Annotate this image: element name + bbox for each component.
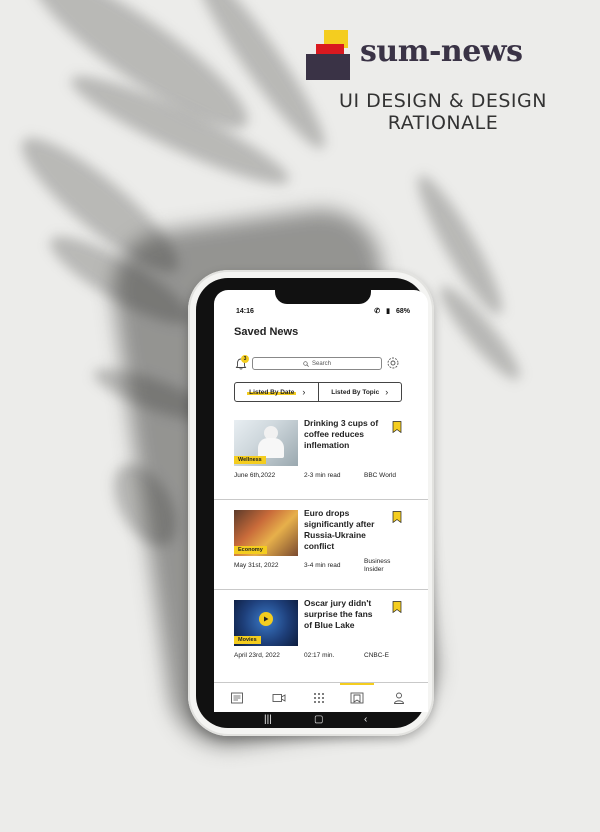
news-source: BBC World	[364, 472, 397, 479]
grid-icon[interactable]	[310, 690, 328, 706]
news-date: April 23rd, 2022	[234, 652, 280, 659]
notification-badge: 3	[241, 355, 249, 363]
news-headline[interactable]: Euro drops significantly after Russia-Uk…	[304, 508, 382, 552]
battery-level: 68%	[395, 307, 410, 315]
notification-bell-icon[interactable]: 3	[234, 355, 249, 371]
chevron-right-icon: ›	[385, 387, 389, 397]
signal-icon: ▮	[386, 308, 390, 315]
active-tab-indicator	[340, 683, 374, 685]
home-icon[interactable]: ▢	[314, 714, 323, 725]
call-icon: ✆	[374, 308, 381, 315]
back-icon[interactable]: ‹	[364, 714, 367, 725]
news-source: CNBC-E	[364, 652, 389, 659]
news-thumbnail: Movies	[234, 600, 298, 646]
news-read-time: 02:17 min.	[304, 652, 335, 659]
brand-name: sum-news	[360, 34, 523, 69]
status-bar: 14:16 ✆ ▮ 68%	[214, 306, 428, 320]
news-headline[interactable]: Oscar jury didn't surprise the fans of B…	[304, 598, 382, 631]
gear-icon[interactable]	[386, 356, 400, 370]
system-navigation-bar: ||| ▢ ‹	[214, 712, 428, 728]
search-placeholder: Search	[311, 360, 331, 367]
news-date: May 31st, 2022	[234, 562, 279, 569]
news-source: Business Insider	[364, 558, 391, 573]
brand-header: sum-news UI DESIGN & DESIGN RATIONALE	[306, 28, 576, 138]
news-card[interactable]: Movies Oscar jury didn't surprise the fa…	[214, 590, 428, 680]
news-icon[interactable]	[228, 690, 246, 706]
news-card[interactable]: Economy Euro drops significantly after R…	[214, 500, 428, 590]
news-date: June 6th,2022	[234, 472, 276, 479]
saved-news-list: Wellness Drinking 3 cups of coffee reduc…	[214, 410, 428, 680]
bookmark-icon[interactable]	[392, 420, 402, 434]
chevron-right-icon: ›	[302, 387, 306, 397]
play-icon[interactable]	[259, 612, 273, 626]
search-icon	[303, 360, 309, 367]
profile-icon[interactable]	[390, 690, 408, 706]
news-thumbnail: Wellness	[234, 420, 298, 466]
category-tag: Movies	[234, 636, 261, 644]
bookmark-icon[interactable]	[348, 690, 366, 706]
brand-logo-icon	[306, 30, 354, 82]
status-time: 14:16	[236, 308, 254, 315]
tab-listed-by-topic[interactable]: Listed By Topic ›	[317, 383, 402, 401]
camera-notch	[275, 290, 371, 304]
tab-listed-by-date[interactable]: Listed By Date ›	[235, 383, 318, 401]
page-title: Saved News	[234, 326, 299, 338]
video-icon[interactable]	[270, 690, 288, 706]
news-read-time: 3-4 min read	[304, 562, 341, 569]
category-tag: Wellness	[234, 456, 266, 464]
news-headline[interactable]: Drinking 3 cups of coffee reduces inflem…	[304, 418, 382, 451]
bookmark-icon[interactable]	[392, 510, 402, 524]
app-screen: 14:16 ✆ ▮ 68% Saved News 3 Search Listed…	[214, 290, 428, 712]
news-thumbnail: Economy	[234, 510, 298, 556]
category-tag: Economy	[234, 546, 267, 554]
bottom-navigation	[214, 682, 428, 712]
phone-mockup: 14:16 ✆ ▮ 68% Saved News 3 Search Listed…	[188, 270, 434, 736]
recent-apps-icon[interactable]: |||	[264, 714, 272, 725]
news-card[interactable]: Wellness Drinking 3 cups of coffee reduc…	[214, 410, 428, 500]
news-read-time: 2-3 min read	[304, 472, 341, 479]
sort-filter-bar: Listed By Date › Listed By Topic ›	[234, 382, 402, 402]
search-row: 3 Search	[234, 355, 410, 372]
bookmark-icon[interactable]	[392, 600, 402, 614]
search-input[interactable]: Search	[252, 357, 382, 370]
brand-tagline: UI DESIGN & DESIGN RATIONALE	[339, 90, 547, 134]
